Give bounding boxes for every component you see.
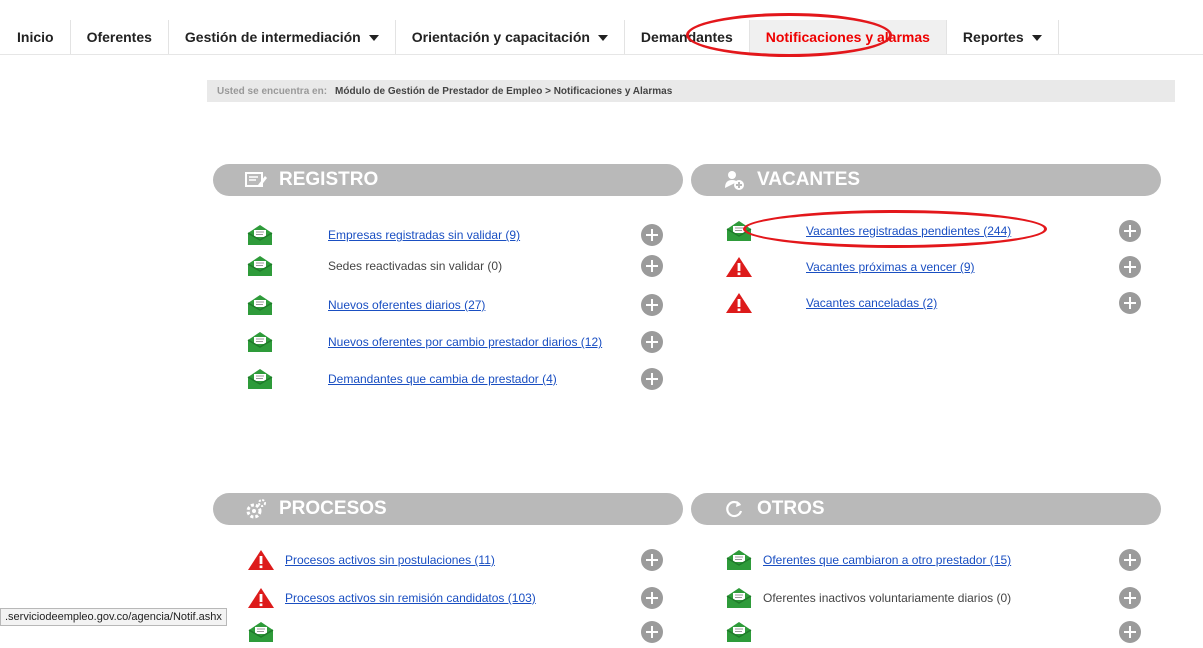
envelope-icon [247, 621, 275, 643]
list-item [691, 621, 1161, 645]
envelope-icon [246, 368, 274, 390]
nav-notificaciones-alarmas[interactable]: Notificaciones y alarmas [749, 20, 947, 54]
registro-item-link[interactable]: Empresas registradas sin validar (9) [328, 228, 520, 242]
nav-oferentes-label: Oferentes [86, 29, 152, 45]
warning-icon [247, 587, 275, 609]
nav-reportes[interactable]: Reportes [947, 20, 1059, 54]
nav-orientacion-capacitacion[interactable]: Orientación y capacitación [396, 20, 625, 54]
warning-icon [725, 256, 753, 278]
panel-otros-header: OTROS [691, 493, 1161, 525]
nav-reportes-label: Reportes [962, 29, 1024, 45]
panel-registro-header: REGISTRO [213, 164, 683, 196]
plus-icon[interactable] [1119, 549, 1141, 571]
register-icon [245, 169, 267, 191]
nav-oferentes[interactable]: Oferentes [71, 20, 169, 54]
panel-procesos-title: PROCESOS [279, 498, 387, 519]
plus-icon[interactable] [641, 294, 663, 316]
plus-icon[interactable] [641, 621, 663, 643]
list-item [213, 621, 683, 645]
chevron-down-icon [597, 35, 608, 41]
registro-item-text: Sedes reactivadas sin validar (0) [328, 259, 503, 273]
plus-icon[interactable] [641, 549, 663, 571]
nav-demandantes[interactable]: Demandantes [625, 20, 750, 54]
envelope-icon [246, 331, 274, 353]
nav-demandantes-label: Demandantes [640, 29, 733, 45]
nav-gestion-label: Gestión de intermediación [184, 29, 361, 45]
chevron-down-icon [1031, 35, 1042, 41]
warning-icon [725, 292, 753, 314]
list-item: Vacantes próximas a vencer (9) [691, 256, 1161, 280]
panel-registro-title: REGISTRO [279, 169, 379, 190]
procesos-item-link[interactable]: Procesos activos sin remisión candidatos… [285, 591, 536, 605]
breadcrumb-label: Usted se encuentra en: [217, 85, 328, 97]
vacantes-item-link[interactable]: Vacantes registradas pendientes (244) [806, 224, 1011, 238]
nav-inicio-label: Inicio [17, 29, 54, 45]
plus-icon[interactable] [1119, 220, 1141, 242]
plus-icon[interactable] [641, 368, 663, 390]
otros-item-text: Oferentes inactivos voluntariamente diar… [763, 591, 1012, 605]
panel-vacantes-title: VACANTES [757, 169, 861, 190]
chevron-down-icon [368, 35, 379, 41]
otros-item-link[interactable]: Oferentes que cambiaron a otro prestador… [763, 553, 1011, 567]
plus-icon[interactable] [641, 224, 663, 246]
plus-icon[interactable] [1119, 292, 1141, 314]
list-item: Oferentes inactivos voluntariamente diar… [691, 587, 1161, 611]
plus-icon[interactable] [1119, 621, 1141, 643]
envelope-icon [725, 587, 753, 609]
panel-vacantes: VACANTES Vacantes registradas pendientes… [691, 164, 1161, 324]
envelope-icon [246, 294, 274, 316]
list-item: Procesos activos sin postulaciones (11) [213, 549, 683, 573]
envelope-icon [246, 224, 274, 246]
panel-otros: OTROS Oferentes que cambiaron a otro pre… [691, 493, 1161, 643]
envelope-icon [246, 255, 274, 277]
list-item: Vacantes canceladas (2) [691, 292, 1161, 316]
vacancy-icon [723, 169, 745, 191]
registro-item-link[interactable]: Demandantes que cambia de prestador (4) [328, 372, 557, 386]
list-item: Nuevos oferentes por cambio prestador di… [213, 331, 683, 355]
panel-procesos-header: PROCESOS [213, 493, 683, 525]
plus-icon[interactable] [641, 587, 663, 609]
list-item: Vacantes registradas pendientes (244) [691, 220, 1161, 244]
envelope-icon [725, 549, 753, 571]
vacantes-item-link[interactable]: Vacantes próximas a vencer (9) [806, 260, 975, 274]
list-item: Empresas registradas sin validar (9) [213, 224, 683, 248]
refresh-icon [723, 498, 745, 520]
status-bar-url: .serviciodeempleo.gov.co/agencia/Notif.a… [0, 608, 227, 626]
nav-inicio[interactable]: Inicio [0, 20, 71, 54]
nav-orientacion-label: Orientación y capacitación [411, 29, 590, 45]
list-item: Procesos activos sin remisión candidatos… [213, 587, 683, 611]
vacantes-item-link[interactable]: Vacantes canceladas (2) [806, 296, 937, 310]
list-item: Demandantes que cambia de prestador (4) [213, 368, 683, 392]
plus-icon[interactable] [1119, 256, 1141, 278]
plus-icon[interactable] [1119, 587, 1141, 609]
nav-gestion-intermediacion[interactable]: Gestión de intermediación [169, 20, 396, 54]
breadcrumb-path: Módulo de Gestión de Prestador de Empleo… [335, 85, 673, 97]
panel-procesos: PROCESOS Procesos activos sin postulacio… [213, 493, 683, 643]
registro-item-link[interactable]: Nuevos oferentes por cambio prestador di… [328, 335, 602, 349]
envelope-icon [725, 621, 753, 643]
top-nav: Inicio Oferentes Gestión de intermediaci… [0, 20, 1203, 55]
procesos-item-link[interactable]: Procesos activos sin postulaciones (11) [285, 553, 495, 567]
envelope-icon [725, 220, 753, 242]
warning-icon [247, 549, 275, 571]
panel-registro: REGISTRO Empresas registradas sin valida… [213, 164, 683, 404]
nav-notificaciones-label: Notificaciones y alarmas [765, 29, 930, 45]
gears-icon [245, 498, 267, 520]
registro-item-link[interactable]: Nuevos oferentes diarios (27) [328, 298, 485, 312]
breadcrumb: Usted se encuentra en: Módulo de Gestión… [207, 80, 1175, 102]
list-item: Nuevos oferentes diarios (27) [213, 294, 683, 318]
panel-vacantes-header: VACANTES [691, 164, 1161, 196]
panel-otros-title: OTROS [757, 498, 825, 519]
plus-icon[interactable] [641, 255, 663, 277]
plus-icon[interactable] [641, 331, 663, 353]
list-item: Oferentes que cambiaron a otro prestador… [691, 549, 1161, 573]
list-item: Sedes reactivadas sin validar (0) [213, 255, 683, 279]
